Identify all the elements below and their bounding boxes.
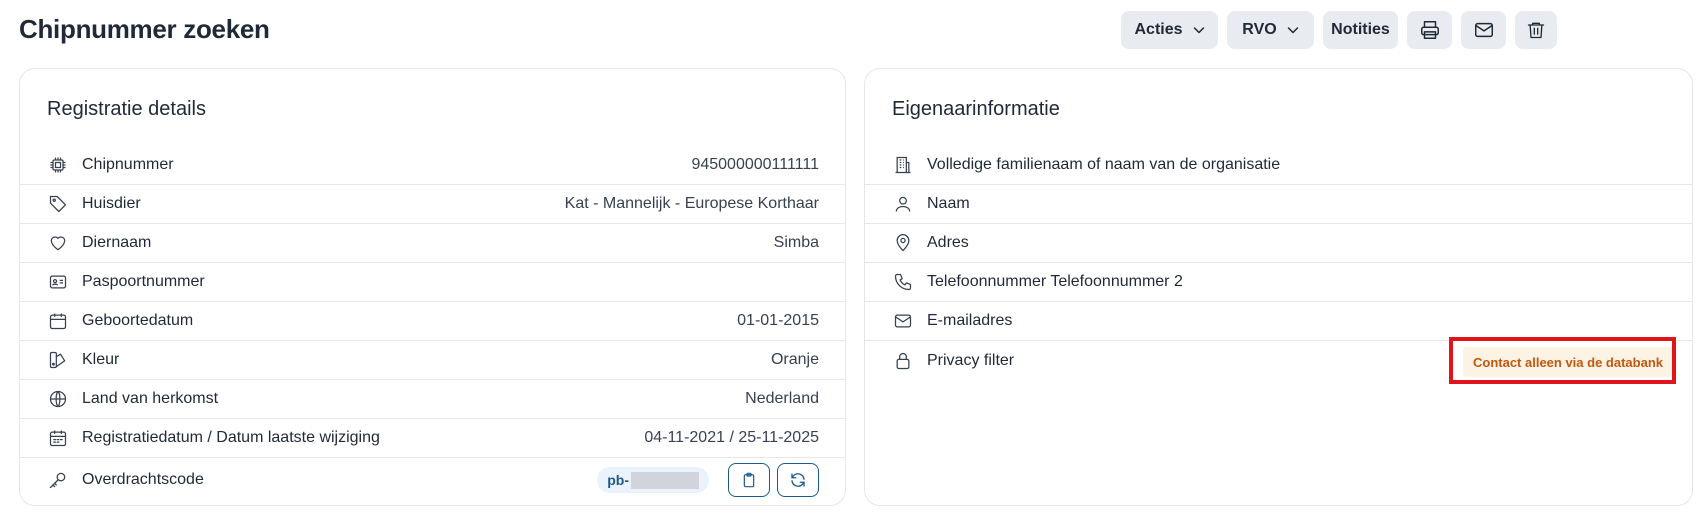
- overdrachtscode-controls: pb-: [597, 463, 819, 497]
- row-familienaam: Volledige familienaam of naam van de org…: [865, 146, 1692, 185]
- registratie-details-card: Registratie details Chipnummer 945000000…: [19, 68, 846, 506]
- mail-icon: [892, 310, 914, 332]
- emailadres-label: E-mailadres: [927, 312, 1013, 329]
- notities-button[interactable]: Notities: [1323, 11, 1398, 49]
- row-registratiedatum: Registratiedatum / Datum laatste wijzigi…: [20, 419, 845, 458]
- refresh-icon: [791, 473, 805, 487]
- paspoortnummer-label: Paspoortnummer: [82, 273, 205, 290]
- row-huisdier: Huisdier Kat - Mannelijk - Europese Kort…: [20, 185, 845, 224]
- huisdier-label: Huisdier: [82, 195, 141, 212]
- rvo-dropdown-button[interactable]: RVO: [1227, 11, 1314, 49]
- chipnummer-value: 945000000111111: [691, 156, 819, 173]
- row-emailadres: E-mailadres: [865, 302, 1692, 341]
- tag-icon: [47, 193, 69, 215]
- clipboard-icon: [743, 472, 755, 488]
- overdrachtscode-prefix: pb-: [607, 472, 629, 488]
- row-paspoortnummer: Paspoortnummer: [20, 263, 845, 302]
- chipnummer-label: Chipnummer: [82, 156, 174, 173]
- chevron-down-icon: [1193, 27, 1204, 34]
- kleur-value: Oranje: [770, 351, 819, 368]
- building-icon: [892, 154, 914, 176]
- registratiedatum-label: Registratiedatum / Datum laatste wijzigi…: [82, 429, 380, 446]
- privacy-status-badge: Contact alleen via de databank: [1462, 347, 1673, 377]
- privacy-filter-label: Privacy filter: [927, 351, 1015, 369]
- chip-icon: [47, 154, 69, 176]
- naam-label: Naam: [927, 195, 970, 212]
- telefoonnummer-label: Telefoonnummer Telefoonnummer 2: [927, 273, 1183, 290]
- land-van-herkomst-label: Land van herkomst: [82, 390, 219, 407]
- registratiedatum-value: 04-11-2021 / 25-11-2025: [644, 429, 819, 446]
- overdrachtscode-label: Overdrachtscode: [82, 471, 204, 488]
- key-icon: [47, 469, 69, 491]
- eigenaarinformatie-title: Eigenaarinformatie: [892, 98, 1060, 120]
- trash-icon: [1527, 22, 1545, 39]
- adres-label: Adres: [927, 234, 969, 251]
- lock-icon: [892, 350, 914, 372]
- acties-label: Acties: [1134, 21, 1183, 38]
- geboortedatum-value: 01-01-2015: [737, 312, 819, 329]
- row-land-van-herkomst: Land van herkomst Nederland: [20, 380, 845, 419]
- row-geboortedatum: Geboortedatum 01-01-2015: [20, 302, 845, 341]
- notities-label: Notities: [1331, 21, 1390, 38]
- printer-icon: [1420, 21, 1439, 39]
- land-van-herkomst-value: Nederland: [745, 390, 819, 407]
- huisdier-value: Kat - Mannelijk - Europese Korthaar: [564, 195, 819, 212]
- row-overdrachtscode: Overdrachtscode pb-: [20, 458, 845, 502]
- diernaam-value: Simba: [773, 234, 819, 251]
- email-button[interactable]: [1461, 11, 1506, 49]
- calendar-days-icon: [47, 427, 69, 449]
- eigenaarinformatie-card: Eigenaarinformatie Volledige familienaam…: [864, 68, 1693, 506]
- geboortedatum-label: Geboortedatum: [82, 312, 194, 329]
- chevron-down-icon: [1287, 27, 1298, 34]
- copy-code-button[interactable]: [728, 463, 770, 497]
- acties-dropdown-button[interactable]: Acties: [1121, 11, 1218, 49]
- globe-icon: [47, 388, 69, 410]
- heart-icon: [47, 232, 69, 254]
- print-button[interactable]: [1407, 11, 1452, 49]
- phone-icon: [892, 271, 914, 293]
- overdrachtscode-value: pb-: [597, 467, 709, 493]
- mail-icon: [1474, 22, 1493, 38]
- swatch-icon: [47, 349, 69, 371]
- delete-button[interactable]: [1515, 11, 1557, 49]
- refresh-code-button[interactable]: [777, 463, 819, 497]
- calendar-icon: [47, 310, 69, 332]
- kleur-label: Kleur: [82, 351, 120, 368]
- row-telefoonnummer: Telefoonnummer Telefoonnummer 2: [865, 263, 1692, 302]
- registratie-details-title: Registratie details: [47, 98, 206, 120]
- redacted-mask: [631, 471, 699, 489]
- row-naam: Naam: [865, 185, 1692, 224]
- diernaam-label: Diernaam: [82, 234, 152, 251]
- familienaam-label: Volledige familienaam of naam van de org…: [927, 156, 1281, 173]
- toolbar: Acties RVO Notities: [0, 11, 1702, 59]
- user-icon: [892, 193, 914, 215]
- row-adres: Adres: [865, 224, 1692, 263]
- row-chipnummer: Chipnummer 945000000111111: [20, 146, 845, 185]
- row-diernaam: Diernaam Simba: [20, 224, 845, 263]
- map-pin-icon: [892, 232, 914, 254]
- row-kleur: Kleur Oranje: [20, 341, 845, 380]
- row-privacy-filter: Privacy filter Contact alleen via de dat…: [865, 341, 1692, 380]
- rvo-label: RVO: [1242, 21, 1277, 38]
- id-card-icon: [47, 271, 69, 293]
